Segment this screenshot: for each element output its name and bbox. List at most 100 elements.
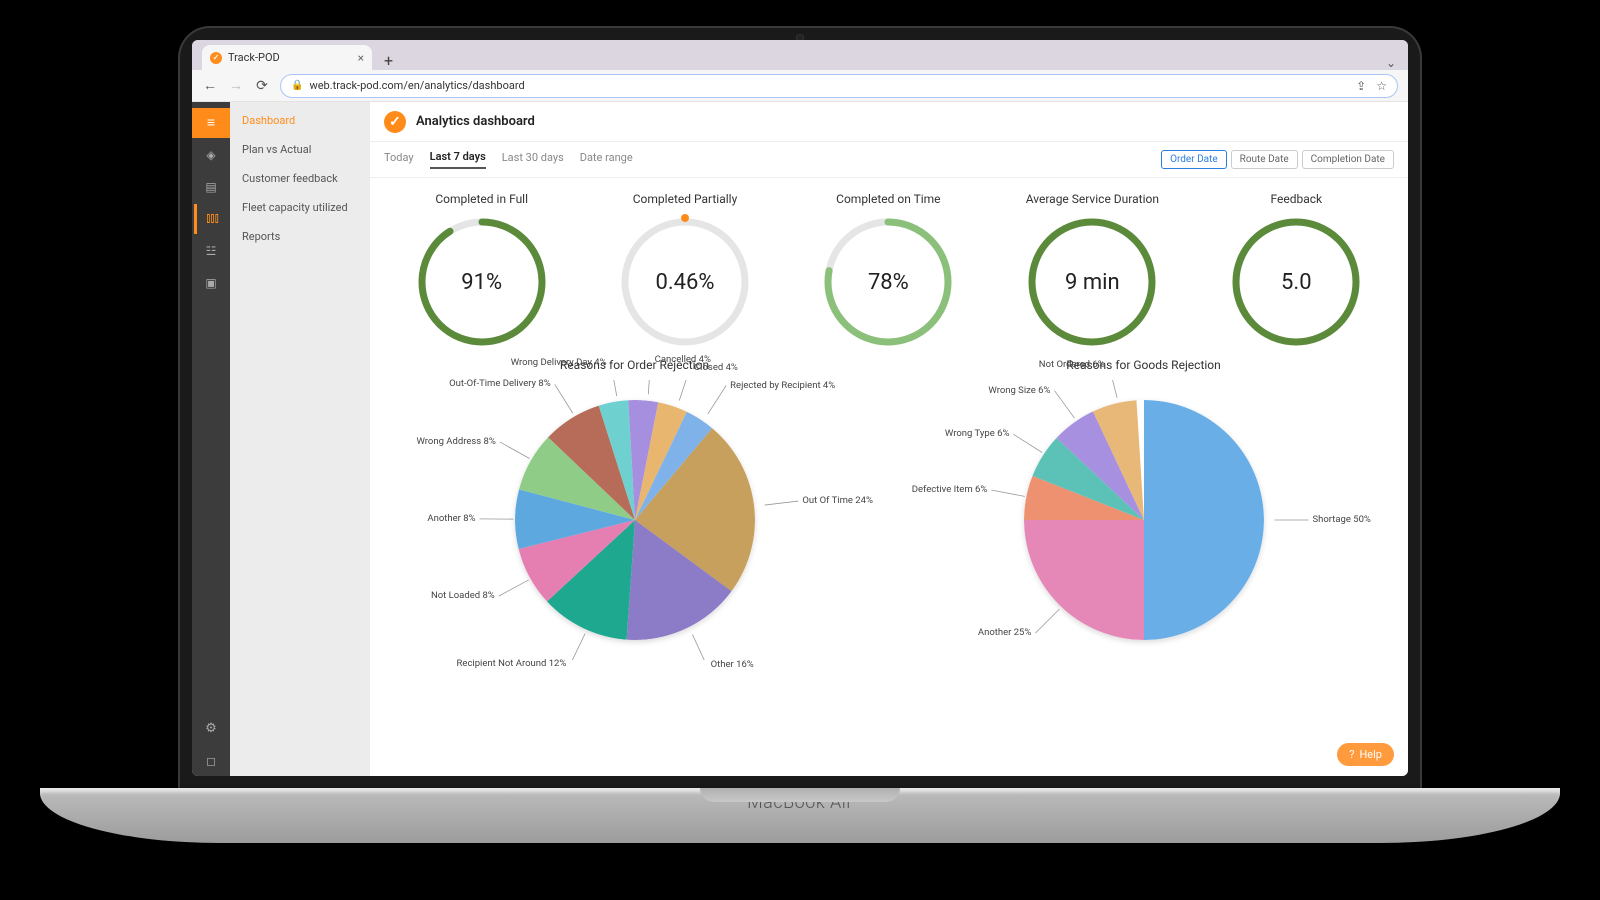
nav-reload-icon[interactable]: ⟳: [254, 78, 270, 94]
pie-slice-label: Out-Of-Time Delivery 8%: [449, 378, 551, 389]
bookmark-icon[interactable]: ☆: [1376, 79, 1387, 93]
gauge-title: Average Service Duration: [1026, 192, 1159, 206]
share-icon[interactable]: ⇪: [1356, 79, 1366, 93]
sidenav-item-plan-vs-actual[interactable]: Plan vs Actual: [230, 135, 370, 164]
gauges-row: Completed in Full 91% Completed Partiall…: [370, 178, 1408, 354]
pie-slice-label: Rejected by Recipient 4%: [730, 380, 835, 391]
gauge-ring: 0.46%: [619, 216, 751, 348]
rail-item-orders[interactable]: ▤: [192, 172, 230, 202]
main-content: ✓ Analytics dashboard Today Last 7 days …: [370, 102, 1408, 776]
address-bar[interactable]: 🔒 web.track-pod.com/en/analytics/dashboa…: [280, 74, 1398, 98]
pie-title: Reasons for Order Rejection: [380, 358, 889, 372]
new-tab-button[interactable]: +: [378, 51, 399, 70]
menu-icon: ≡: [203, 115, 219, 131]
gauge-title: Completed on Time: [822, 192, 954, 206]
tab-close-icon[interactable]: ×: [358, 51, 364, 65]
gauge-card: Average Service Duration 9 min: [1026, 192, 1159, 348]
pill-completion-date[interactable]: Completion Date: [1302, 150, 1394, 169]
gauge-value: 5.0: [1230, 216, 1362, 348]
gauge-value: 91%: [416, 216, 548, 348]
page-title: Analytics dashboard: [416, 114, 535, 129]
lock-icon: 🔒: [291, 80, 303, 91]
pie-slice-label: Not Ordered 6%: [1039, 359, 1105, 370]
favicon-icon: ✓: [210, 52, 222, 64]
rail-item-routes[interactable]: ◈: [192, 140, 230, 170]
help-button[interactable]: ? Help: [1337, 743, 1394, 766]
gauge-card: Completed Partially 0.46%: [619, 192, 751, 348]
gauge-ring: 9 min: [1026, 216, 1158, 348]
url-text: web.track-pod.com/en/analytics/dashboard: [309, 79, 524, 92]
pie-slice-label: Another 25%: [978, 627, 1031, 638]
range-tab-last7[interactable]: Last 7 days: [430, 150, 486, 169]
nav-forward-icon: →: [228, 77, 244, 94]
rail-item-orders2[interactable]: ☳: [192, 236, 230, 266]
side-nav: Dashboard Plan vs Actual Customer feedba…: [230, 102, 370, 776]
bar-chart-icon: ⫾⫾⫾: [205, 211, 221, 227]
range-tab-today[interactable]: Today: [384, 151, 414, 168]
controls-row: Today Last 7 days Last 30 days Date rang…: [370, 142, 1408, 178]
pie-slice-label: Closed 4%: [694, 362, 738, 373]
app-header: ✓ Analytics dashboard: [370, 102, 1408, 142]
tabs-overflow-icon[interactable]: ⌄: [1386, 56, 1408, 70]
pie-slice-label: Wrong Delivery Day 4%: [511, 357, 607, 368]
laptop-notch: [700, 788, 900, 802]
gauge-ring: 5.0: [1230, 216, 1362, 348]
sidenav-item-fleet-capacity[interactable]: Fleet capacity utilized: [230, 193, 370, 222]
range-tab-daterange[interactable]: Date range: [580, 151, 633, 168]
screen: ✓ Track-POD × + ⌄ ← → ⟳ 🔒 web.track-pod.…: [192, 40, 1408, 776]
square-icon: ◻: [203, 753, 219, 769]
help-label: Help: [1359, 748, 1382, 761]
laptop-base: MacBook Air: [40, 788, 1560, 843]
pie-title: Reasons for Goods Rejection: [889, 358, 1398, 372]
clipboard-icon: ☳: [203, 243, 219, 259]
pie-slice-label: Wrong Size 6%: [988, 385, 1050, 396]
pie-slice-label: Other 16%: [711, 659, 754, 670]
rail-item-settings[interactable]: ⚙: [192, 714, 230, 744]
gauge-title: Completed Partially: [619, 192, 751, 206]
pie-slice-label: Out Of Time 24%: [802, 495, 873, 506]
rail-logo[interactable]: ≡: [192, 108, 230, 138]
pie-charts-row: Reasons for Order Rejection Out Of Time 2…: [370, 354, 1408, 776]
tab-title: Track-POD: [228, 51, 280, 64]
gauge-ring: 78%: [822, 216, 954, 348]
gauge-title: Completed in Full: [416, 192, 548, 206]
icon-rail: ≡ ◈ ▤ ⫾⫾⫾ ☳ ▣ ⚙: [192, 102, 230, 776]
range-tab-last30[interactable]: Last 30 days: [502, 151, 564, 168]
pie-chart: Reasons for Goods Rejection Shortage 50% A…: [889, 358, 1398, 772]
pie-svg: [1024, 400, 1264, 640]
gauge-value: 78%: [822, 216, 954, 348]
pie-slice-label: Wrong Type 6%: [945, 428, 1009, 439]
gauge-ring: 91%: [416, 216, 548, 348]
pie-slice-label: Shortage 50%: [1313, 514, 1371, 525]
pill-route-date[interactable]: Route Date: [1231, 150, 1298, 169]
gauge-card: Completed in Full 91%: [416, 192, 548, 348]
nav-back-icon[interactable]: ←: [202, 77, 218, 94]
gauge-value: 9 min: [1026, 216, 1158, 348]
help-icon: ?: [1349, 748, 1354, 761]
browser-tab[interactable]: ✓ Track-POD ×: [202, 45, 372, 70]
pie-slice-label: Defective Item 6%: [912, 484, 988, 495]
gauge-card: Feedback 5.0: [1230, 192, 1362, 348]
gauge-value: 0.46%: [619, 216, 751, 348]
url-actions: ⇪ ☆: [1356, 79, 1387, 93]
pie-slice-label: Another 8%: [427, 513, 475, 524]
pie-chart: Reasons for Order Rejection Out Of Time 2…: [380, 358, 889, 772]
laptop-frame: ✓ Track-POD × + ⌄ ← → ⟳ 🔒 web.track-pod.…: [180, 28, 1420, 788]
pie-slice-label: Wrong Address 8%: [416, 436, 495, 447]
document-icon: ▤: [203, 179, 219, 195]
browser-toolbar: ← → ⟳ 🔒 web.track-pod.com/en/analytics/d…: [192, 70, 1408, 102]
sidenav-item-reports[interactable]: Reports: [230, 222, 370, 251]
browser-tabstrip: ✓ Track-POD × + ⌄: [192, 40, 1408, 70]
diamond-icon: ◈: [203, 147, 219, 163]
pill-order-date[interactable]: Order Date: [1161, 150, 1227, 169]
rail-item-analytics[interactable]: ⫾⫾⫾: [194, 204, 229, 234]
rail-item-help[interactable]: ◻: [192, 746, 230, 776]
image-icon: ▣: [203, 275, 219, 291]
gauge-title: Feedback: [1230, 192, 1362, 206]
rail-item-media[interactable]: ▣: [192, 268, 230, 298]
gauge-card: Completed on Time 78%: [822, 192, 954, 348]
sidenav-item-customer-feedback[interactable]: Customer feedback: [230, 164, 370, 193]
pie-slice-label: Recipient Not Around 12%: [457, 658, 567, 669]
app-root: ≡ ◈ ▤ ⫾⫾⫾ ☳ ▣ ⚙: [192, 102, 1408, 776]
sidenav-item-dashboard[interactable]: Dashboard: [230, 106, 370, 135]
